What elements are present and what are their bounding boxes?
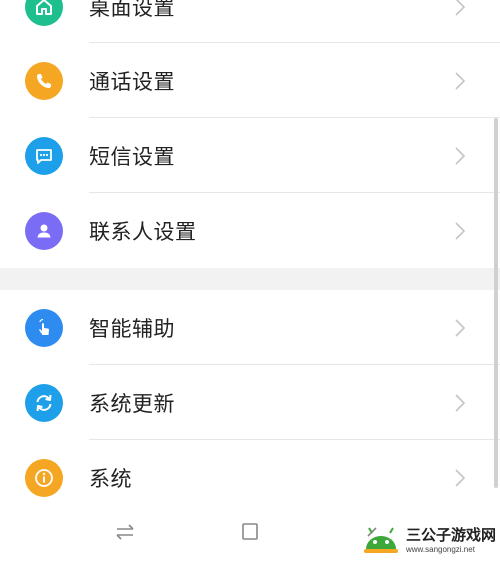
- settings-item-label: 系统: [89, 466, 132, 491]
- settings-item-label: 短信设置: [89, 144, 175, 169]
- settings-item-label: 联系人设置: [89, 219, 197, 244]
- settings-item-sms[interactable]: 短信设置: [0, 118, 500, 193]
- settings-item-contacts[interactable]: 联系人设置: [0, 193, 500, 268]
- contact-icon: [25, 211, 63, 250]
- swap-arrows-icon: [116, 524, 134, 540]
- scrollbar[interactable]: [494, 118, 498, 488]
- watermark: 三公子游戏网 www.sangongzi.net: [360, 518, 500, 563]
- message-icon: [25, 136, 63, 175]
- home-icon: [25, 0, 63, 26]
- home-button[interactable]: [230, 512, 270, 552]
- chevron-right-icon: [455, 393, 466, 412]
- chevron-right-icon: [455, 318, 466, 337]
- chevron-right-icon: [455, 221, 466, 240]
- settings-item-smart-assist[interactable]: 智能辅助: [0, 290, 500, 365]
- refresh-icon: [25, 383, 63, 422]
- chevron-right-icon: [455, 71, 466, 90]
- touch-icon: [25, 308, 63, 347]
- square-icon: [242, 523, 258, 540]
- chevron-right-icon: [455, 468, 466, 487]
- switch-apps-button[interactable]: [105, 512, 145, 552]
- phone-icon: [25, 61, 63, 100]
- settings-item-label: 智能辅助: [89, 316, 175, 341]
- section-separator: [0, 268, 500, 290]
- settings-item-call[interactable]: 通话设置: [0, 43, 500, 118]
- settings-item-system-update[interactable]: 系统更新: [0, 365, 500, 440]
- settings-item-system[interactable]: 系统: [0, 440, 500, 515]
- settings-item-label: 桌面设置: [89, 0, 175, 20]
- watermark-title: 三公子游戏网: [406, 525, 497, 544]
- settings-item-label: 通话设置: [89, 69, 175, 94]
- info-icon: [25, 458, 63, 497]
- chevron-right-icon: [455, 146, 466, 165]
- settings-item-label: 系统更新: [89, 391, 175, 416]
- settings-item-desktop[interactable]: 桌面设置: [0, 0, 500, 44]
- android-logo-icon: [360, 523, 402, 559]
- watermark-url: www.sangongzi.net: [406, 544, 475, 554]
- chevron-right-icon: [455, 0, 466, 16]
